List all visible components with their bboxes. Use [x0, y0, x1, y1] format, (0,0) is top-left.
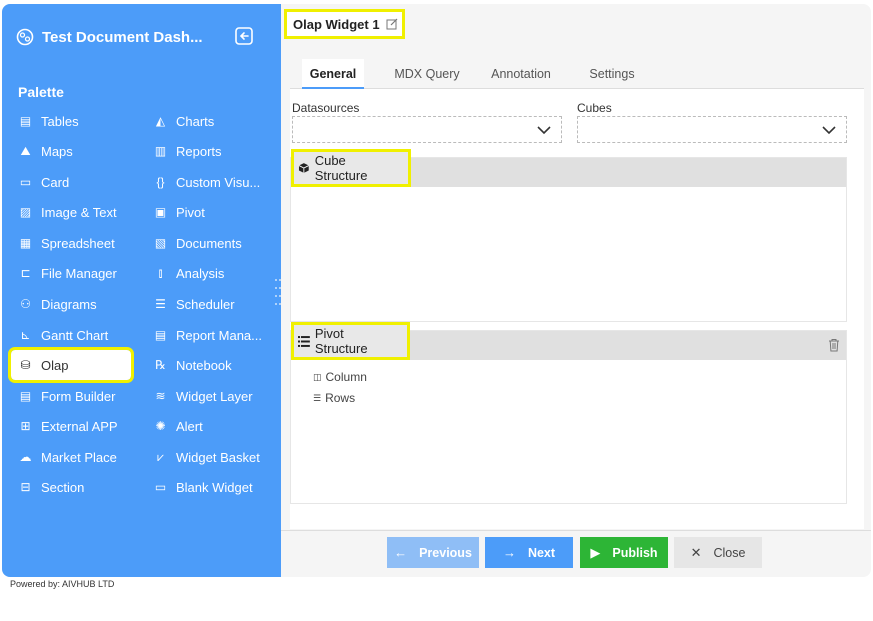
- palette-item-analysis[interactable]: ⫾ Analysis: [153, 260, 225, 286]
- report-manager-icon: ▤: [154, 328, 167, 342]
- palette-item-scheduler[interactable]: ☰ Scheduler: [153, 291, 234, 317]
- play-icon: ▶: [590, 544, 601, 560]
- layers-icon: ≋: [155, 389, 166, 403]
- arrow-right-icon: →: [502, 545, 516, 560]
- datasources-label: Datasources: [292, 101, 360, 115]
- rows-icon: ☰: [313, 392, 322, 403]
- next-button[interactable]: → Next: [485, 537, 573, 568]
- column-icon: ◫: [313, 371, 322, 382]
- trash-icon[interactable]: [828, 338, 840, 352]
- previous-button[interactable]: ← Previous: [387, 537, 479, 568]
- palette-item-notebook[interactable]: ℞ Notebook: [153, 352, 232, 378]
- tab-annotation[interactable]: Annotation: [482, 59, 560, 89]
- cloud-icon: ☁: [19, 450, 32, 464]
- palette-item-form-builder[interactable]: ▤ Form Builder: [18, 383, 116, 409]
- publish-button[interactable]: ▶ Publish: [580, 537, 668, 568]
- palette-item-pivot[interactable]: ▣ Pivot: [153, 199, 205, 225]
- alert-icon: ✺: [155, 419, 166, 433]
- close-button[interactable]: ✕ Close: [674, 537, 762, 568]
- section-icon: ⊟: [20, 480, 31, 494]
- diagram-icon: ⚇: [20, 297, 31, 311]
- notebook-icon: ℞: [155, 358, 166, 372]
- analysis-icon: ⫾: [158, 265, 163, 280]
- palette-item-market-place[interactable]: ☁ Market Place: [18, 444, 117, 470]
- list-icon: [298, 335, 310, 347]
- palette-item-diagrams[interactable]: ⚇ Diagrams: [18, 291, 97, 317]
- cube-structure-panel: Cube Structure: [290, 149, 847, 322]
- map-icon: ⛰: [20, 143, 31, 158]
- palette-item-image-text[interactable]: ▨ Image & Text: [18, 199, 117, 225]
- gantt-icon: ⊾: [20, 328, 31, 342]
- palette-item-widget-layer[interactable]: ≋ Widget Layer: [153, 383, 252, 409]
- chart-icon: ◭: [155, 114, 166, 128]
- image-icon: ▨: [19, 205, 32, 219]
- file-manager-icon: ⊏: [20, 266, 31, 280]
- spreadsheet-icon: ▦: [19, 236, 32, 250]
- app-window: Test Document Dash... Palette ▤ Tables ⛰ M…: [2, 4, 871, 577]
- pivot-structure-title: Pivot Structure: [291, 322, 410, 360]
- report-icon: ▥: [154, 144, 167, 158]
- datasources-select[interactable]: [292, 116, 562, 143]
- tab-mdx-query[interactable]: MDX Query: [388, 59, 466, 89]
- braces-icon: {}: [156, 175, 165, 189]
- palette-item-section[interactable]: ⊟ Section: [18, 474, 84, 500]
- palette-item-tables[interactable]: ▤ Tables: [18, 108, 79, 134]
- collapse-sidebar-icon[interactable]: [234, 26, 254, 46]
- palette-item-spreadsheet[interactable]: ▦ Spreadsheet: [18, 230, 115, 256]
- tab-general[interactable]: General: [302, 59, 364, 89]
- palette-item-report-manager[interactable]: ▤ Report Mana...: [153, 322, 262, 348]
- scheduler-icon: ☰: [155, 297, 166, 311]
- palette-item-file-manager[interactable]: ⊏ File Manager: [18, 260, 116, 286]
- pivot-item-column[interactable]: ◫ Column: [313, 370, 367, 384]
- tab-settings[interactable]: Settings: [580, 59, 644, 89]
- palette-item-card[interactable]: ▭ Card: [18, 169, 69, 195]
- cubes-label: Cubes: [577, 101, 612, 115]
- pivot-icon: ▣: [154, 205, 167, 219]
- powered-by: Powered by: AIVHUB LTD: [10, 579, 115, 589]
- table-icon: ▤: [19, 114, 32, 128]
- palette-item-custom-visual[interactable]: {} Custom Visu...: [153, 169, 260, 195]
- cubes-select[interactable]: [577, 116, 847, 143]
- blank-widget-icon: ▭: [154, 480, 167, 494]
- palette-item-charts[interactable]: ◭ Charts: [153, 108, 214, 134]
- chevron-down-icon: [822, 126, 836, 135]
- tab-bar: General MDX Query Annotation Settings: [290, 59, 864, 89]
- sidebar: Test Document Dash... Palette ▤ Tables ⛰ M…: [2, 4, 281, 577]
- palette-item-alert[interactable]: ✺ Alert: [153, 413, 202, 439]
- close-icon: ✕: [690, 544, 702, 560]
- palette-item-olap[interactable]: ⛁ Olap: [8, 347, 134, 383]
- dashboard-logo-icon: [16, 28, 34, 46]
- basket-icon: ⩗: [157, 449, 164, 464]
- cube-structure-title: Cube Structure: [291, 149, 411, 187]
- card-icon: ▭: [19, 175, 32, 189]
- brand: Test Document Dash...: [16, 28, 203, 46]
- footer-divider: [281, 530, 871, 531]
- pivot-structure-panel: Pivot Structure ◫ Column ☰ Rows: [290, 322, 847, 504]
- palette-item-blank-widget[interactable]: ▭ Blank Widget: [153, 474, 253, 500]
- app-title: Test Document Dash...: [42, 28, 203, 46]
- palette-item-documents[interactable]: ▧ Documents: [153, 230, 242, 256]
- palette-item-gantt-chart[interactable]: ⊾ Gantt Chart: [18, 322, 108, 348]
- widget-editor: Olap Widget 1 General MDX Query Annotati…: [281, 4, 871, 577]
- olap-icon: ⛁: [20, 358, 31, 372]
- document-icon: ▧: [154, 236, 167, 250]
- palette-item-widget-basket[interactable]: ⩗ Widget Basket: [153, 444, 260, 470]
- chevron-down-icon: [537, 126, 551, 135]
- form-icon: ▤: [19, 389, 32, 403]
- palette-title: Palette: [18, 84, 64, 100]
- palette-item-external-app[interactable]: ⊞ External APP: [18, 413, 117, 439]
- editor-panel: General MDX Query Annotation Settings Da…: [290, 59, 864, 529]
- edit-icon[interactable]: [386, 18, 398, 30]
- cube-icon: [298, 163, 309, 173]
- widget-title: Olap Widget 1: [284, 9, 405, 39]
- palette-item-maps[interactable]: ⛰ Maps: [18, 138, 72, 164]
- pivot-item-rows[interactable]: ☰ Rows: [313, 391, 355, 405]
- arrow-left-icon: ←: [394, 545, 408, 560]
- palette-item-reports[interactable]: ▥ Reports: [153, 138, 222, 164]
- external-app-icon: ⊞: [20, 419, 31, 433]
